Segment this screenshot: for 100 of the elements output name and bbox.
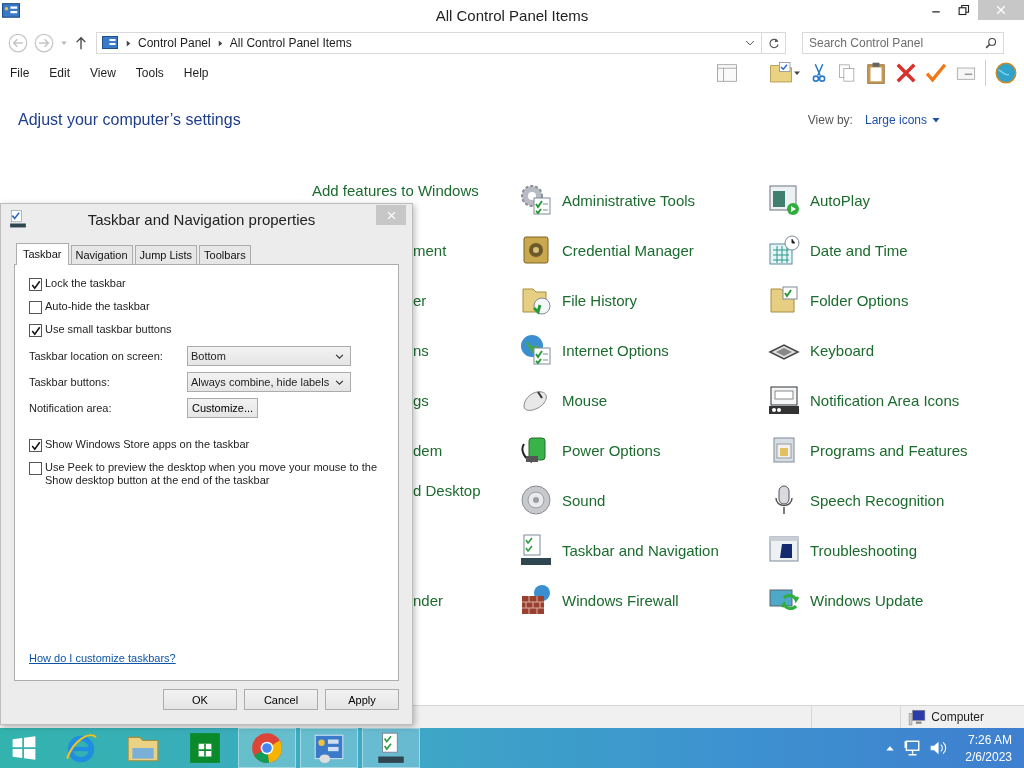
dialog-button[interactable]: Cancel [244,689,318,710]
dialog-title: Taskbar and Navigation properties [86,210,317,228]
speaker-icon [929,739,948,757]
menu-item[interactable]: Edit [49,66,71,80]
tab[interactable]: Jump Lists [134,245,198,264]
checkbox[interactable] [29,439,42,452]
dialog-button[interactable]: OK [163,689,237,710]
copy-button[interactable] [837,62,857,84]
checkbox-label: Auto-hide the taskbar [45,300,151,313]
chrome-icon [250,731,284,765]
view-by-label: View by: [807,113,853,127]
control-panel-link[interactable]: Power Options [562,441,661,459]
menu-item[interactable]: Help [183,66,209,80]
setting-label: Taskbar location on screen: [29,350,164,362]
checkbox[interactable] [29,462,42,475]
control-panel-link[interactable]: nder [413,591,444,609]
dropdown[interactable]: Bottom [187,346,351,366]
chevron-down-icon[interactable] [745,38,755,48]
control-panel-link[interactable]: AutoPlay [810,191,871,209]
calendar-clock-icon [768,234,800,266]
address-field[interactable]: Control Panel All Control Panel Items [96,32,786,54]
paste-button[interactable] [865,61,887,85]
control-panel-link[interactable]: dem [413,441,443,459]
network-button[interactable] [903,739,922,757]
control-panel-link[interactable]: Taskbar and Navigation [562,541,719,559]
delete-button[interactable] [895,62,917,84]
breadcrumb[interactable]: Control Panel [138,36,211,50]
brick-wall-icon [520,584,552,616]
folder-options-button[interactable] [769,61,801,85]
folder-check-icon [768,284,800,316]
control-panel-link[interactable]: Keyboard [810,341,875,359]
browser-e-icon [64,731,98,765]
search-field[interactable]: Search Control Panel [802,32,1004,54]
checkmark-button[interactable] [925,62,947,84]
control-panel-link[interactable]: ment [413,241,447,259]
up-arrow-icon [74,36,88,50]
setting-label: Taskbar buttons: [29,376,111,388]
checklist-icon [9,210,27,228]
control-panel-link[interactable]: d Desktop [413,481,481,499]
clock-date[interactable]: 2/6/2023 [965,749,1012,764]
help-link[interactable]: How do I customize taskbars? [29,652,176,664]
folder-check-icon [769,61,793,85]
control-panel-link[interactable]: Add features to Windows [312,181,479,199]
status-location: Computer [931,710,984,724]
control-panel-link[interactable]: Folder Options [810,291,909,309]
control-panel-link[interactable]: Date and Time [810,241,908,259]
checkbox[interactable] [29,278,42,291]
checkbox-label: Use Peek to preview the desktop when you move your mouse to the Show desktop button at the end of the taskbar [45,461,378,487]
gear-icon [520,184,552,216]
restore-icon [958,4,970,16]
tab[interactable]: Navigation [70,245,133,264]
control-panel-link[interactable]: Sound [562,491,606,509]
network-icon [903,739,922,757]
control-panel-link[interactable]: Programs and Features [810,441,968,459]
layout-pane-button[interactable] [715,62,739,84]
dialog-button[interactable]: Apply [325,689,399,710]
search-input[interactable]: Search Control Panel [809,36,981,50]
clock-time[interactable]: 7:26 AM [967,732,1012,747]
up-button[interactable] [74,36,88,50]
checkmark-icon [30,325,41,336]
menu-item[interactable]: View [90,66,116,80]
control-panel-link[interactable]: Administrative Tools [562,191,696,209]
menu-item[interactable]: File [10,66,30,80]
checklist-icon [520,534,552,566]
checkmark-icon [30,440,41,451]
dropdown[interactable]: Always combine, hide labels [187,372,351,392]
control-panel-link[interactable]: Troubleshooting [810,541,917,559]
menu-item[interactable]: Tools [135,66,164,80]
checkbox[interactable] [29,301,42,314]
globe-icon [520,334,552,366]
checkbox[interactable] [29,324,42,337]
copy-icon [837,62,857,84]
control-panel-link[interactable]: Mouse [562,391,608,409]
caret-icon [793,69,801,77]
control-panel-link[interactable]: gs [413,391,429,409]
control-panel-link[interactable]: Windows Update [810,591,924,609]
control-panel-link[interactable]: er [413,291,427,309]
control-panel-link[interactable]: Internet Options [562,341,669,359]
control-panel-link[interactable]: Credential Manager [562,241,694,259]
tab[interactable]: Toolbars [199,245,251,264]
customize-button[interactable]: Customize... [187,398,259,418]
breadcrumb[interactable]: All Control Panel Items [229,36,352,50]
setting-label: Notification area: [29,402,113,414]
control-panel-link[interactable]: File History [562,291,637,309]
history-dropdown[interactable] [60,39,68,47]
close-icon [386,210,396,220]
chevron-down-icon [335,351,344,361]
control-panel-link[interactable]: Speech Recognition [810,491,945,509]
safe-icon [520,234,552,266]
control-panel-link[interactable]: ns [413,341,429,359]
checkbox-label: Show Windows Store apps on the taskbar [45,438,251,451]
control-panel-link[interactable]: Windows Firewall [562,591,679,609]
view-mode-dropdown[interactable]: Large icons [864,113,940,127]
chevron-right-icon [216,39,224,47]
taskbar-app[interactable] [362,728,420,768]
volume-button[interactable] [929,739,948,757]
tab[interactable]: Taskbar [16,243,69,265]
caret-icon [60,39,68,47]
control-panel-link[interactable]: Notification Area Icons [810,391,960,409]
globe-button[interactable] [994,61,1018,85]
